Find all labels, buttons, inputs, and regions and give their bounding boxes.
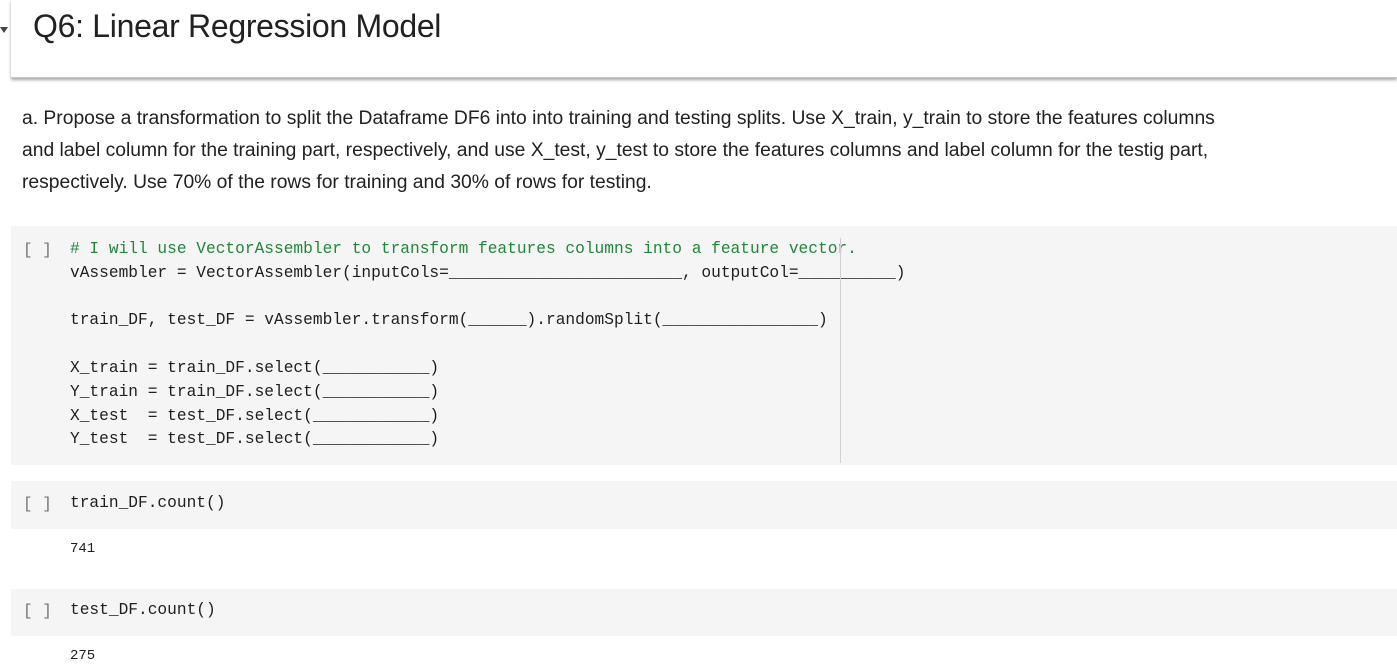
- markdown-text-cell[interactable]: a. Propose a transformation to split the…: [22, 103, 1302, 199]
- run-cell-button[interactable]: [ ]: [23, 238, 52, 262]
- run-cell-button[interactable]: [ ]: [23, 599, 52, 623]
- code-line: test_DF.count(): [70, 601, 216, 619]
- cell-output: 275: [70, 648, 96, 664]
- run-cell-button[interactable]: [ ]: [23, 492, 52, 516]
- code-editor[interactable]: train_DF.count(): [70, 492, 225, 516]
- code-line: train_DF.count(): [70, 494, 226, 512]
- code-cell-test-count[interactable]: [ ] test_DF.count(): [11, 589, 1397, 636]
- code-line: X_train = train_DF.select(___________): [70, 358, 440, 377]
- heading-cell[interactable]: Q6: Linear Regression Model: [11, 0, 1397, 78]
- cell-output: 741: [70, 541, 96, 557]
- code-comment: # I will use VectorAssembler to transfor…: [70, 240, 857, 258]
- section-heading: Q6: Linear Regression Model: [33, 8, 442, 44]
- code-editor[interactable]: # I will use VectorAssembler to transfor…: [70, 238, 905, 452]
- text-line: respectively. Use 70% of the rows for tr…: [22, 172, 652, 193]
- code-line: Y_test = test_DF.select(____________): [70, 430, 440, 449]
- code-line: vAssembler = VectorAssembler(inputCols=_…: [70, 263, 906, 282]
- code-cell-vector-assembler[interactable]: [ ] # I will use VectorAssembler to tran…: [11, 226, 1397, 465]
- text-line: a. Propose a transformation to split the…: [22, 108, 1215, 129]
- collapse-section-icon[interactable]: [0, 27, 8, 33]
- code-line: train_DF, test_DF = vAssembler.transform…: [70, 311, 828, 330]
- code-line: X_test = test_DF.select(____________): [70, 406, 440, 425]
- code-editor[interactable]: test_DF.count(): [70, 599, 216, 623]
- text-line: and label column for the training part, …: [22, 140, 1209, 161]
- editor-ruler: [840, 238, 841, 463]
- code-line: Y_train = train_DF.select(___________): [70, 382, 440, 401]
- code-cell-train-count[interactable]: [ ] train_DF.count(): [11, 481, 1397, 529]
